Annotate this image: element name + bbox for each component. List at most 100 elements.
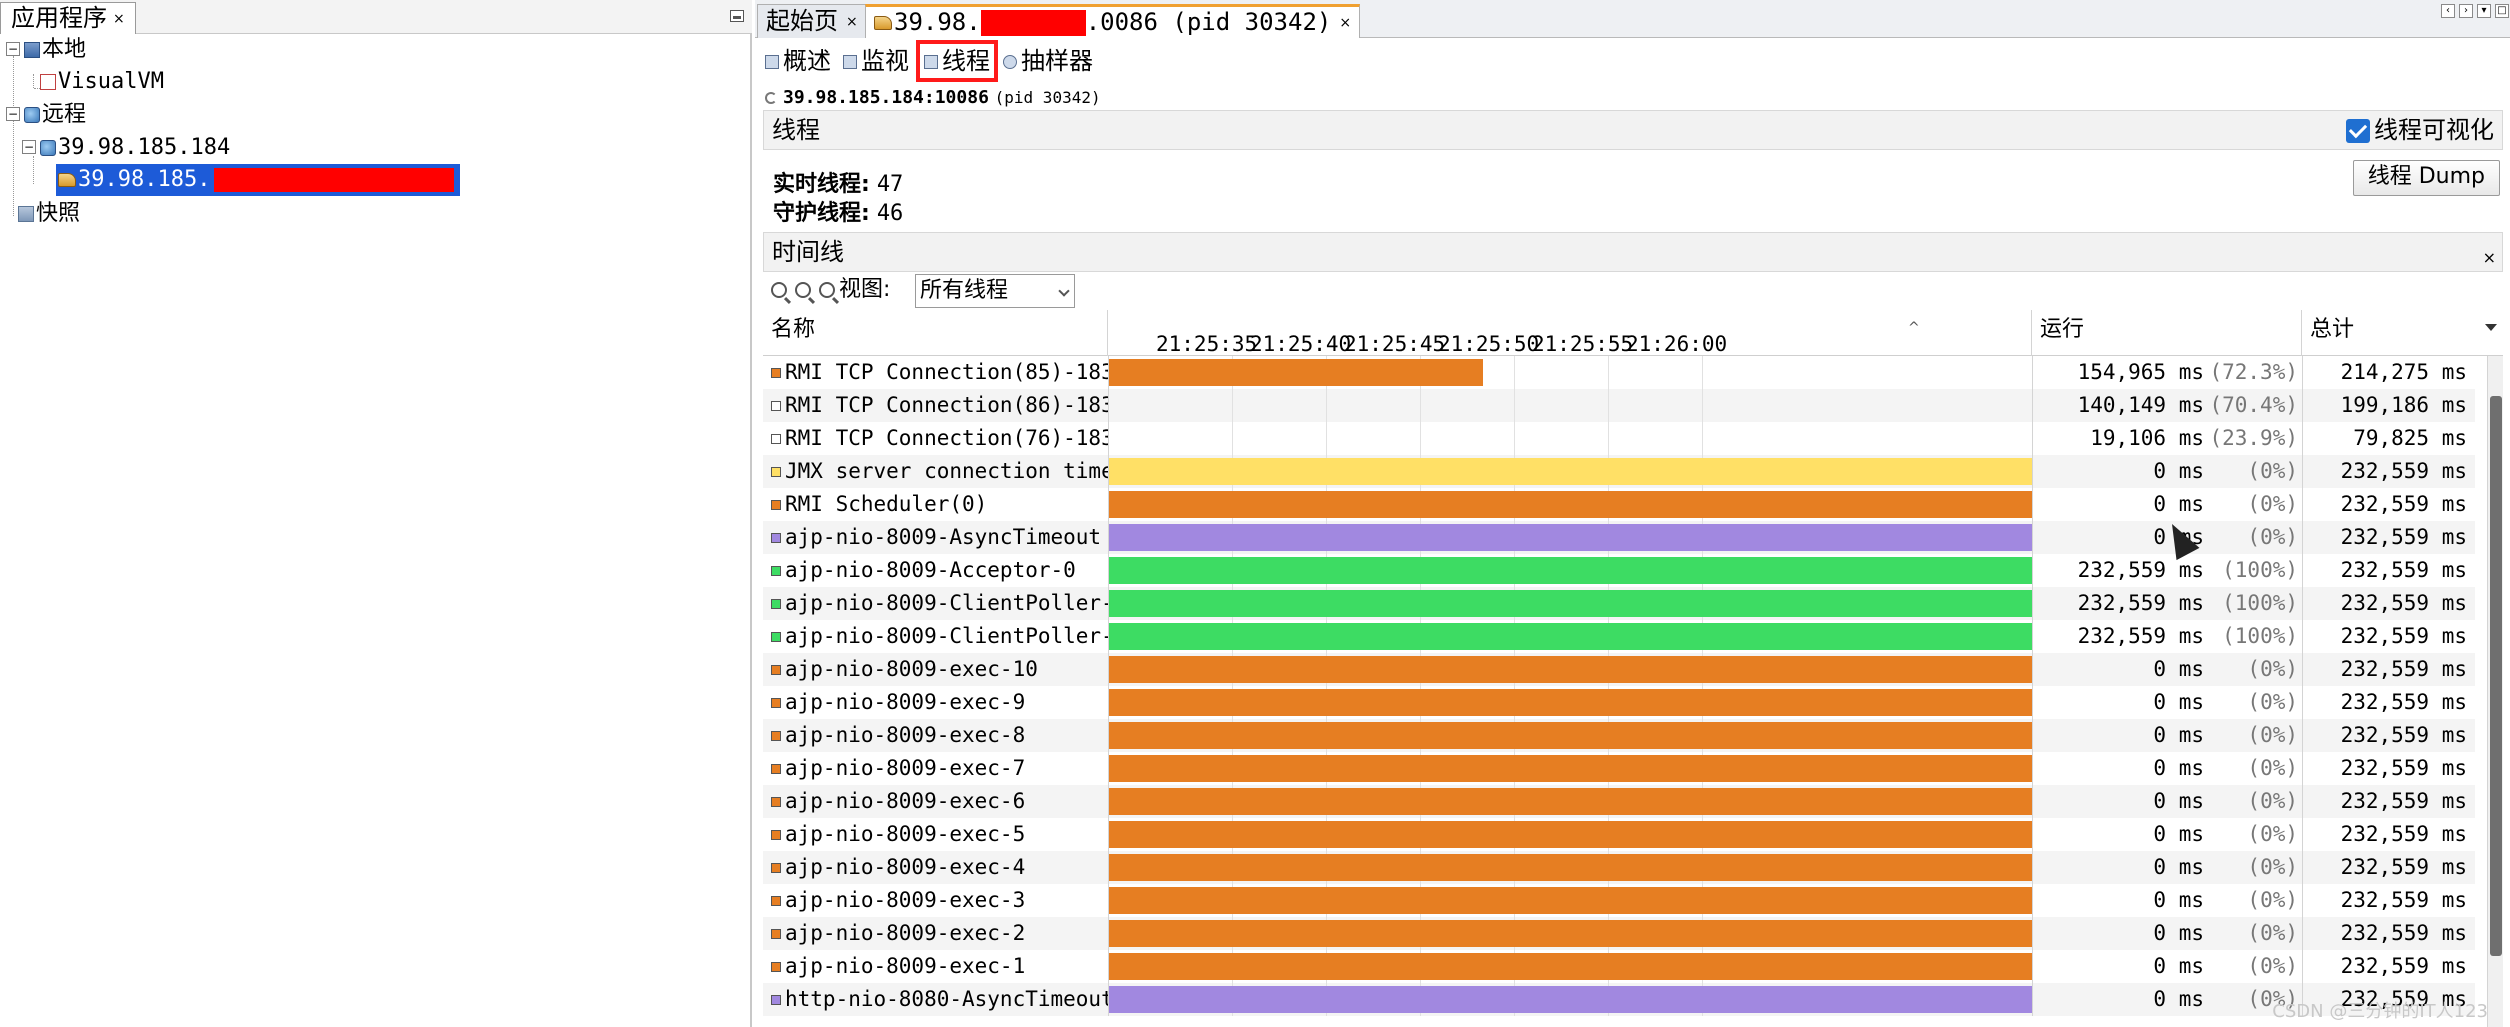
process-pid: (pid 30342) bbox=[994, 88, 1101, 107]
threads-visualization-checkbox[interactable]: 线程可视化 bbox=[2346, 115, 2494, 145]
thread-name: ajp-nio-8009-exec-3 bbox=[785, 888, 1026, 912]
table-row[interactable]: ajp-nio-8009-Acceptor-0 232,559 ms (100%) 2… bbox=[763, 554, 2475, 587]
loading-icon bbox=[765, 92, 777, 104]
running-percent: (100%) bbox=[2222, 624, 2298, 648]
thread-name: ajp-nio-8009-AsyncTimeout bbox=[785, 525, 1102, 549]
tab-list-icon[interactable]: ▾ bbox=[2477, 4, 2491, 18]
collapse-icon[interactable]: − bbox=[22, 140, 36, 154]
table-row[interactable]: ajp-nio-8009-exec-1 0 ms (0%) 232,559 ms bbox=[763, 950, 2475, 983]
view-select[interactable]: 所有线程 bbox=[915, 274, 1075, 308]
thread-name-cell: ajp-nio-8009-exec-3 bbox=[763, 884, 1108, 917]
watermark: CSDN @三分钟的IT人123 bbox=[2272, 1001, 2488, 1022]
thread-name-cell: ajp-nio-8009-ClientPoller-1 bbox=[763, 587, 1108, 620]
thread-timeline-cell bbox=[1108, 356, 2032, 389]
table-row[interactable]: ajp-nio-8009-exec-5 0 ms (0%) 232,559 ms bbox=[763, 818, 2475, 851]
tab-jvm[interactable]: 39.98. .0086 (pid 30342) × bbox=[865, 4, 1361, 38]
live-threads-value: 47 bbox=[876, 172, 904, 197]
column-name[interactable]: 名称 bbox=[763, 310, 1108, 356]
thread-name-cell: ajp-nio-8009-exec-6 bbox=[763, 785, 1108, 818]
running-time-value: 232,559 ms bbox=[2077, 558, 2204, 582]
tab-jvm-label-prefix: 39.98. bbox=[894, 8, 981, 36]
tab-monitor[interactable]: 监视 bbox=[843, 44, 909, 78]
thread-name: RMI TCP Connection(76)-183. bbox=[785, 426, 1108, 450]
tab-start-page[interactable]: 起始页 × bbox=[757, 4, 867, 38]
column-timeline[interactable]: ^ 21:25:35 21:25:40 21:25:45 21:25:50 21:25:… bbox=[1108, 310, 2032, 356]
table-row[interactable]: RMI TCP Connection(85)-183. 154,965 ms (72… bbox=[763, 356, 2475, 389]
table-row[interactable]: ajp-nio-8009-AsyncTimeout 0 ms (0%) 232,559… bbox=[763, 521, 2475, 554]
scrollbar-thumb[interactable] bbox=[2490, 396, 2502, 956]
table-row[interactable]: ajp-nio-8009-exec-9 0 ms (0%) 232,559 ms bbox=[763, 686, 2475, 719]
monitor-icon bbox=[843, 55, 857, 69]
thread-name-cell: RMI TCP Connection(76)-183. bbox=[763, 422, 1108, 455]
running-time-cell: 0 ms (0%) bbox=[2032, 884, 2302, 917]
table-row[interactable]: ajp-nio-8009-ClientPoller-1 232,559 ms (10… bbox=[763, 587, 2475, 620]
table-row[interactable]: ajp-nio-8009-exec-10 0 ms (0%) 232,559 ms bbox=[763, 653, 2475, 686]
tree-guide bbox=[33, 156, 34, 184]
minimize-panel-icon[interactable] bbox=[730, 10, 744, 22]
table-row[interactable]: JMX server connection timeo 0 ms (0%) 232,5… bbox=[763, 455, 2475, 488]
table-row[interactable]: ajp-nio-8009-exec-4 0 ms (0%) 232,559 ms bbox=[763, 851, 2475, 884]
running-time-value: 232,559 ms bbox=[2077, 591, 2204, 615]
column-running[interactable]: 运行 bbox=[2032, 310, 2302, 356]
running-percent: (0%) bbox=[2247, 855, 2298, 879]
visualvm-icon bbox=[40, 74, 56, 90]
zoom-fit-icon[interactable] bbox=[819, 282, 835, 298]
tab-start-page-label: 起始页 bbox=[766, 7, 838, 35]
close-icon[interactable]: × bbox=[846, 14, 858, 30]
total-time-cell: 232,559 ms bbox=[2302, 620, 2475, 653]
table-row[interactable]: RMI TCP Connection(76)-183. 19,106 ms (23.… bbox=[763, 422, 2475, 455]
table-row[interactable]: ajp-nio-8009-exec-2 0 ms (0%) 232,559 ms bbox=[763, 917, 2475, 950]
total-time-cell: 232,559 ms bbox=[2302, 455, 2475, 488]
total-time-cell: 214,275 ms bbox=[2302, 356, 2475, 389]
tab-threads[interactable]: 线程 bbox=[916, 40, 998, 82]
thread-state-icon bbox=[771, 665, 781, 675]
table-row[interactable]: RMI Scheduler(0) 0 ms (0%) 232,559 ms bbox=[763, 488, 2475, 521]
running-time-cell: 232,559 ms (100%) bbox=[2032, 620, 2302, 653]
table-row[interactable]: ajp-nio-8009-exec-3 0 ms (0%) 232,559 ms bbox=[763, 884, 2475, 917]
table-row[interactable]: ajp-nio-8009-exec-8 0 ms (0%) 232,559 ms bbox=[763, 719, 2475, 752]
vertical-scrollbar[interactable] bbox=[2487, 356, 2503, 1027]
thread-state-bar bbox=[1109, 986, 2033, 1013]
close-icon[interactable]: × bbox=[1339, 15, 1351, 31]
total-time-cell: 232,559 ms bbox=[2302, 653, 2475, 686]
running-time-value: 0 ms bbox=[2153, 822, 2204, 846]
thread-name-cell: RMI TCP Connection(86)-183. bbox=[763, 389, 1108, 422]
running-time-cell: 154,965 ms (72.3%) bbox=[2032, 356, 2302, 389]
collapse-icon[interactable]: − bbox=[6, 42, 20, 56]
maximize-icon[interactable]: □ bbox=[2495, 4, 2509, 18]
applications-tab[interactable]: 应用程序 × bbox=[0, 2, 136, 34]
thread-timeline-cell bbox=[1108, 719, 2033, 752]
thread-name-cell: ajp-nio-8009-exec-5 bbox=[763, 818, 1108, 851]
running-percent: (0%) bbox=[2247, 657, 2298, 681]
zoom-out-icon[interactable] bbox=[795, 282, 811, 298]
scroll-left-icon[interactable]: ‹ bbox=[2441, 4, 2455, 18]
running-time-value: 140,149 ms bbox=[2077, 393, 2204, 417]
timeline-gridline bbox=[1608, 422, 1609, 455]
running-time-cell: 0 ms (0%) bbox=[2032, 950, 2302, 983]
running-percent: (0%) bbox=[2247, 954, 2298, 978]
column-menu-icon[interactable] bbox=[2485, 324, 2497, 331]
table-row[interactable]: ajp-nio-8009-exec-6 0 ms (0%) 232,559 ms bbox=[763, 785, 2475, 818]
checkbox-checked-icon[interactable] bbox=[2346, 119, 2370, 143]
table-row[interactable]: ajp-nio-8009-exec-7 0 ms (0%) 232,559 ms bbox=[763, 752, 2475, 785]
scroll-right-icon[interactable]: › bbox=[2459, 4, 2473, 18]
host-icon bbox=[40, 140, 56, 156]
tree-item-jvm[interactable]: 39.98.185. bbox=[56, 164, 461, 196]
close-icon[interactable]: × bbox=[113, 11, 125, 27]
table-row[interactable]: http-nio-8080-AsyncTimeout 0 ms (0%) 232,55… bbox=[763, 983, 2475, 1016]
thread-dump-button[interactable]: 线程 Dump bbox=[2352, 160, 2500, 196]
collapse-icon[interactable]: − bbox=[6, 107, 20, 121]
table-row[interactable]: RMI TCP Connection(86)-183. 140,149 ms (70… bbox=[763, 389, 2475, 422]
timeline-gridline bbox=[1702, 356, 1703, 389]
thread-state-icon bbox=[771, 368, 781, 378]
tab-sampler[interactable]: 抽样器 bbox=[1003, 44, 1093, 78]
zoom-in-icon[interactable] bbox=[771, 282, 787, 298]
thread-state-bar bbox=[1109, 359, 1483, 386]
column-total[interactable]: 总计 bbox=[2302, 310, 2503, 356]
thread-state-bar bbox=[1109, 524, 2033, 551]
running-percent: (70.4%) bbox=[2209, 393, 2298, 417]
tab-overview-label: 概述 bbox=[783, 47, 831, 75]
tab-overview[interactable]: 概述 bbox=[765, 44, 831, 78]
total-time-cell: 232,559 ms bbox=[2302, 587, 2475, 620]
table-row[interactable]: ajp-nio-8009-ClientPoller-0 232,559 ms (10… bbox=[763, 620, 2475, 653]
